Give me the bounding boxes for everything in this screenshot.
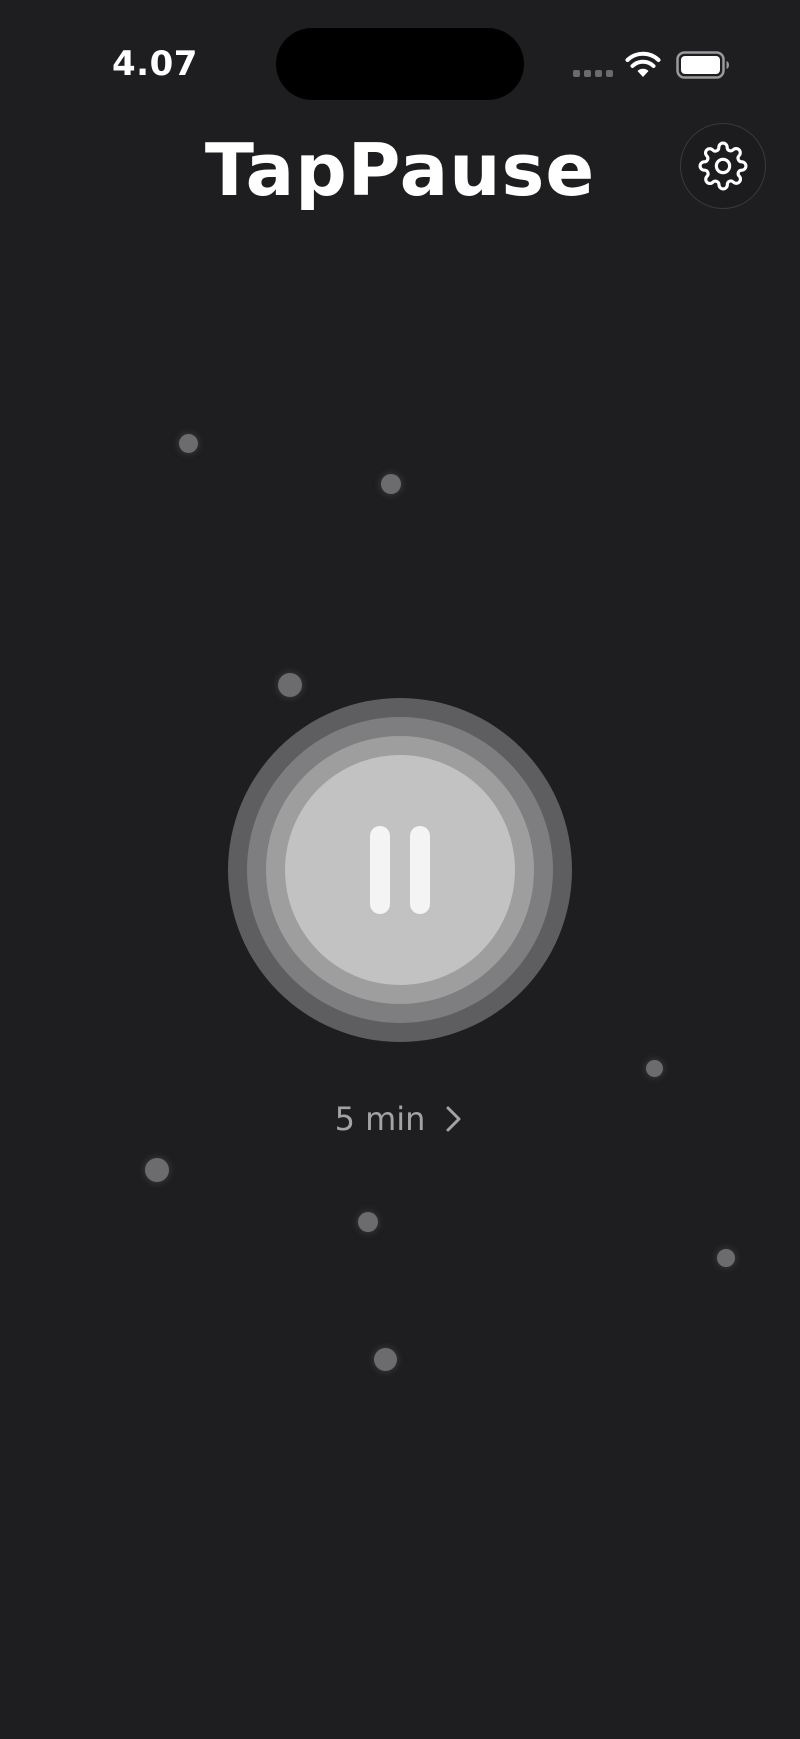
floating-dot: [717, 1249, 735, 1267]
floating-dot: [381, 474, 401, 494]
dynamic-island: [276, 28, 524, 100]
battery-icon: [676, 51, 729, 79]
duration-selector[interactable]: 5 min: [300, 1096, 500, 1142]
status-time: 4.07: [112, 44, 198, 84]
gear-icon: [698, 141, 748, 191]
pause-button[interactable]: [228, 698, 572, 1042]
settings-button[interactable]: [680, 123, 766, 209]
pause-icon: [370, 826, 430, 914]
floating-dot: [278, 673, 302, 697]
floating-dot: [145, 1158, 169, 1182]
wifi-icon: [625, 51, 661, 77]
app-screen: 4.07 TapPause 5 min: [0, 0, 800, 1739]
chevron-right-icon: [446, 1106, 461, 1132]
duration-label: 5 min: [334, 1100, 426, 1138]
floating-dot: [646, 1060, 663, 1077]
cellular-dots-icon: [573, 70, 613, 77]
floating-dot: [358, 1212, 378, 1232]
floating-dot: [374, 1348, 397, 1371]
floating-dot: [179, 434, 198, 453]
